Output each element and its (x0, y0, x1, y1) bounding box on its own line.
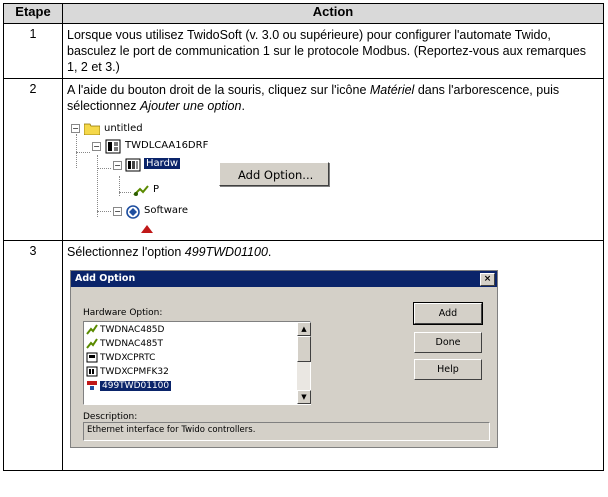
help-button[interactable]: Help (414, 359, 482, 380)
list-scrollbar[interactable]: ▲ ▼ (297, 322, 311, 404)
memory-module-icon (86, 366, 98, 377)
step-text: Lorsque vous utilisez TwidoSoft (v. 3.0 … (62, 23, 604, 79)
port-icon (133, 184, 149, 203)
close-icon[interactable]: × (480, 273, 495, 286)
step-number: 2 (3, 78, 63, 241)
scroll-thumb[interactable] (297, 336, 311, 362)
software-icon (125, 204, 141, 225)
table-header-row: Etape Action (3, 3, 604, 24)
step-number: 3 (3, 240, 63, 471)
collapse-toggle[interactable]: − (113, 207, 122, 216)
tree-node-software[interactable]: Software (144, 204, 188, 218)
project-tree-screenshot: − untitled − TWDLCAA16DRF − Hardw P − So… (67, 122, 599, 234)
module-icon (86, 338, 98, 349)
dialog-title: Add Option (75, 273, 136, 284)
header-action: Action (62, 3, 604, 24)
hardware-option-list[interactable]: TWDNAC485D TWDNAC485T TWDXCPRTC TWDXCPMF… (83, 321, 311, 405)
hardware-option-label: Hardware Option: (83, 308, 163, 318)
emphasis-option-name: 499TWD01100 (184, 245, 268, 259)
step-content: Sélectionnez l'option 499TWD01100. Add O… (62, 240, 604, 471)
done-button[interactable]: Done (414, 332, 482, 353)
scroll-up-icon[interactable]: ▲ (297, 322, 311, 336)
module-icon (86, 324, 98, 335)
step-content: A l'aide du bouton droit de la souris, c… (62, 78, 604, 241)
tree-node-port[interactable]: P (153, 183, 159, 197)
list-item[interactable]: TWDXCPRTC (86, 352, 155, 365)
collapse-toggle[interactable]: − (71, 124, 80, 133)
tree-node-controller[interactable]: TWDLCAA16DRF (125, 139, 208, 153)
list-item[interactable]: TWDNAC485D (86, 324, 164, 337)
collapse-toggle[interactable]: − (92, 142, 101, 151)
clock-module-icon (86, 352, 98, 363)
step-row-3: 3 Sélectionnez l'option 499TWD01100. Add… (3, 240, 604, 471)
procedure-table: Etape Action 1 Lorsque vous utilisez Twi… (3, 3, 604, 471)
scroll-down-icon[interactable]: ▼ (297, 390, 311, 404)
step-text: Sélectionnez l'option 499TWD01100. (67, 245, 272, 259)
step-row-1: 1 Lorsque vous utilisez TwidoSoft (v. 3.… (3, 23, 604, 79)
emphasis-ajouter-option: Ajouter une option (139, 99, 242, 113)
context-menu-add-option[interactable]: Add Option... (220, 163, 328, 183)
list-item[interactable]: TWDNAC485T (86, 338, 163, 351)
section-icon (141, 223, 153, 239)
collapse-toggle[interactable]: − (113, 161, 122, 170)
description-field: Ethernet interface for Twido controllers… (83, 422, 490, 441)
tree-node-hardware[interactable]: Hardw (144, 157, 181, 171)
folder-icon (83, 122, 101, 141)
tree-node-root[interactable]: untitled (104, 122, 143, 136)
emphasis-materiel: Matériel (369, 83, 415, 97)
add-option-dialog: Add Option × Hardware Option: TWDNAC485D… (70, 270, 498, 448)
step-row-2: 2 A l'aide du bouton droit de la souris,… (3, 78, 604, 241)
add-button[interactable]: Add (413, 302, 483, 325)
controller-icon (105, 139, 121, 160)
ethernet-module-icon (86, 380, 98, 391)
list-item[interactable]: TWDXCPMFK32 (86, 366, 169, 379)
context-menu: Add Option... (219, 162, 329, 186)
list-item-selected[interactable]: 499TWD01100 (86, 380, 172, 393)
step-number: 1 (3, 23, 63, 79)
header-step: Etape (3, 3, 63, 24)
step-text: A l'aide du bouton droit de la souris, c… (67, 83, 560, 113)
hardware-icon (125, 157, 141, 178)
dialog-title-bar: Add Option × (71, 271, 497, 287)
